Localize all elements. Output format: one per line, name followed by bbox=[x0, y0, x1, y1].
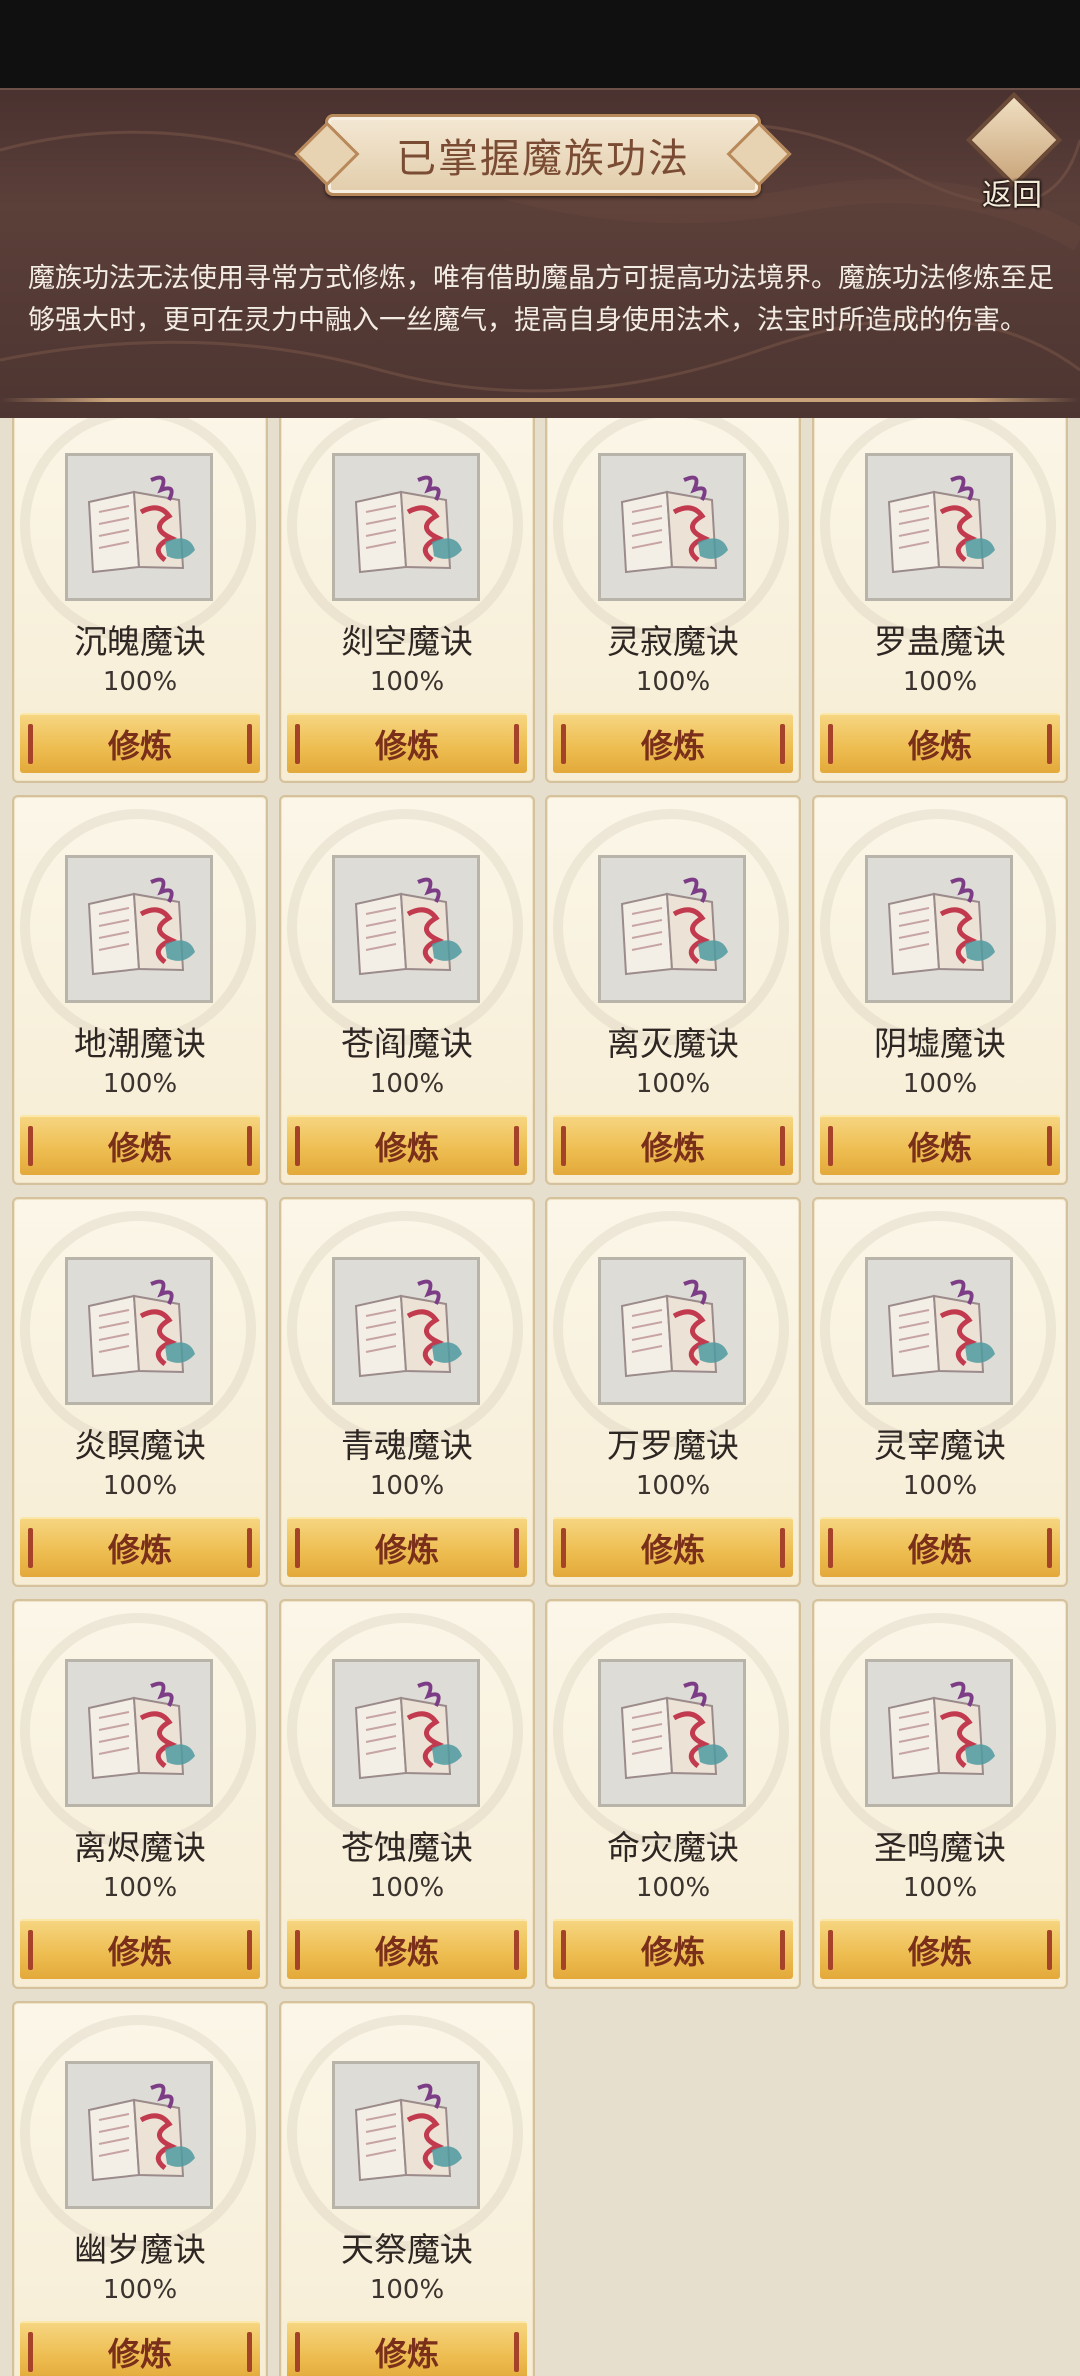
back-button[interactable]: 返回 bbox=[962, 91, 1063, 213]
skill-name: 圣鸣魔诀 bbox=[874, 1828, 1006, 1867]
skill-progress: 100% bbox=[902, 667, 978, 697]
skill-progress: 100% bbox=[902, 1069, 978, 1099]
demon-scroll-book-icon bbox=[332, 855, 480, 1003]
skill-card[interactable]: 罗蛊魔诀 100% 修炼 bbox=[812, 418, 1068, 783]
skill-card[interactable]: 灵宰魔诀 100% 修炼 bbox=[812, 1197, 1068, 1587]
skill-name: 沉魄魔诀 bbox=[74, 622, 206, 661]
skill-name: 地潮魔诀 bbox=[74, 1024, 206, 1063]
skill-card[interactable]: 命灾魔诀 100% 修炼 bbox=[545, 1599, 801, 1989]
page-header: 已掌握魔族功法 返回 魔族功法无法使用寻常方式修炼，唯有借助魔晶方可提高功法境界… bbox=[0, 88, 1080, 420]
train-button[interactable]: 修炼 bbox=[287, 2321, 527, 2376]
train-button[interactable]: 修炼 bbox=[20, 1517, 260, 1577]
train-button[interactable]: 修炼 bbox=[287, 1115, 527, 1175]
skill-name: 苍阎魔诀 bbox=[341, 1024, 473, 1063]
train-button[interactable]: 修炼 bbox=[820, 713, 1060, 773]
demon-scroll-book-icon bbox=[332, 453, 480, 601]
skill-progress: 100% bbox=[635, 1873, 711, 1903]
demon-scroll-book-icon bbox=[332, 1659, 480, 1807]
skill-card[interactable]: 苍阎魔诀 100% 修炼 bbox=[279, 795, 535, 1185]
train-button[interactable]: 修炼 bbox=[820, 1115, 1060, 1175]
skill-progress: 100% bbox=[369, 1069, 445, 1099]
skill-progress: 100% bbox=[369, 667, 445, 697]
skill-progress: 100% bbox=[102, 2275, 178, 2305]
title-banner: 已掌握魔族功法 bbox=[325, 114, 761, 196]
skill-progress: 100% bbox=[635, 1471, 711, 1501]
skill-name: 灵宰魔诀 bbox=[874, 1426, 1006, 1465]
train-button[interactable]: 修炼 bbox=[20, 1115, 260, 1175]
skill-progress: 100% bbox=[102, 1069, 178, 1099]
skill-progress: 100% bbox=[102, 1471, 178, 1501]
demon-scroll-book-icon bbox=[65, 1257, 213, 1405]
skill-card[interactable]: 万罗魔诀 100% 修炼 bbox=[545, 1197, 801, 1587]
train-button[interactable]: 修炼 bbox=[287, 1919, 527, 1979]
skill-card[interactable]: 沉魄魔诀 100% 修炼 bbox=[12, 418, 268, 783]
skill-progress: 100% bbox=[369, 1873, 445, 1903]
skill-card[interactable]: 青魂魔诀 100% 修炼 bbox=[279, 1197, 535, 1587]
skill-progress: 100% bbox=[635, 1069, 711, 1099]
demon-scroll-book-icon bbox=[332, 1257, 480, 1405]
train-button[interactable]: 修炼 bbox=[287, 713, 527, 773]
skill-progress: 100% bbox=[102, 1873, 178, 1903]
status-bar bbox=[0, 0, 1080, 88]
skill-progress: 100% bbox=[902, 1873, 978, 1903]
train-button[interactable]: 修炼 bbox=[820, 1517, 1060, 1577]
skill-card[interactable]: 天祭魔诀 100% 修炼 bbox=[279, 2001, 535, 2376]
demon-scroll-book-icon bbox=[598, 453, 746, 601]
skill-name: 剡空魔诀 bbox=[341, 622, 473, 661]
train-button[interactable]: 修炼 bbox=[553, 713, 793, 773]
skill-progress: 100% bbox=[102, 667, 178, 697]
skill-name: 灵寂魔诀 bbox=[607, 622, 739, 661]
train-button[interactable]: 修炼 bbox=[20, 2321, 260, 2376]
demon-scroll-book-icon bbox=[598, 1659, 746, 1807]
demon-scroll-book-icon bbox=[865, 855, 1013, 1003]
skill-card[interactable]: 幽岁魔诀 100% 修炼 bbox=[12, 2001, 268, 2376]
skill-name: 幽岁魔诀 bbox=[74, 2230, 206, 2269]
demon-scroll-book-icon bbox=[65, 2061, 213, 2209]
demon-scroll-book-icon bbox=[865, 1257, 1013, 1405]
skill-name: 离烬魔诀 bbox=[74, 1828, 206, 1867]
skill-name: 万罗魔诀 bbox=[607, 1426, 739, 1465]
skill-card[interactable]: 苍蚀魔诀 100% 修炼 bbox=[279, 1599, 535, 1989]
description-text: 魔族功法无法使用寻常方式修炼，唯有借助魔晶方可提高功法境界。魔族功法修炼至足够强… bbox=[28, 263, 1054, 336]
back-label: 返回 bbox=[982, 178, 1042, 213]
header-divider bbox=[0, 398, 1080, 402]
train-button[interactable]: 修炼 bbox=[20, 1919, 260, 1979]
demon-scroll-book-icon bbox=[865, 1659, 1013, 1807]
demon-scroll-book-icon bbox=[65, 1659, 213, 1807]
skill-name: 罗蛊魔诀 bbox=[874, 622, 1006, 661]
skill-card[interactable]: 炎瞑魔诀 100% 修炼 bbox=[12, 1197, 268, 1587]
demon-scroll-book-icon bbox=[65, 855, 213, 1003]
skill-name: 天祭魔诀 bbox=[341, 2230, 473, 2269]
skill-card[interactable]: 阴墟魔诀 100% 修炼 bbox=[812, 795, 1068, 1185]
skill-progress: 100% bbox=[635, 667, 711, 697]
demon-scroll-book-icon bbox=[598, 855, 746, 1003]
skill-name: 青魂魔诀 bbox=[341, 1426, 473, 1465]
train-button[interactable]: 修炼 bbox=[287, 1517, 527, 1577]
skill-list[interactable]: 沉魄魔诀 100% 修炼 剡空魔诀 100% 修炼 灵寂魔诀 100% 修炼 罗… bbox=[0, 418, 1080, 2376]
skill-name: 命灾魔诀 bbox=[607, 1828, 739, 1867]
train-button[interactable]: 修炼 bbox=[20, 713, 260, 773]
skill-card[interactable]: 离灭魔诀 100% 修炼 bbox=[545, 795, 801, 1185]
skill-progress: 100% bbox=[902, 1471, 978, 1501]
skill-name: 阴墟魔诀 bbox=[874, 1024, 1006, 1063]
skill-card[interactable]: 离烬魔诀 100% 修炼 bbox=[12, 1599, 268, 1989]
skill-card[interactable]: 地潮魔诀 100% 修炼 bbox=[12, 795, 268, 1185]
skill-card[interactable]: 灵寂魔诀 100% 修炼 bbox=[545, 418, 801, 783]
page-title: 已掌握魔族功法 bbox=[396, 136, 690, 182]
train-button[interactable]: 修炼 bbox=[820, 1919, 1060, 1979]
skill-progress: 100% bbox=[369, 1471, 445, 1501]
demon-scroll-book-icon bbox=[332, 2061, 480, 2209]
skill-name: 苍蚀魔诀 bbox=[341, 1828, 473, 1867]
skill-name: 炎瞑魔诀 bbox=[74, 1426, 206, 1465]
skill-card[interactable]: 剡空魔诀 100% 修炼 bbox=[279, 418, 535, 783]
train-button[interactable]: 修炼 bbox=[553, 1115, 793, 1175]
demon-scroll-book-icon bbox=[865, 453, 1013, 601]
skill-name: 离灭魔诀 bbox=[607, 1024, 739, 1063]
demon-scroll-book-icon bbox=[65, 453, 213, 601]
skill-card[interactable]: 圣鸣魔诀 100% 修炼 bbox=[812, 1599, 1068, 1989]
skill-progress: 100% bbox=[369, 2275, 445, 2305]
train-button[interactable]: 修炼 bbox=[553, 1919, 793, 1979]
train-button[interactable]: 修炼 bbox=[553, 1517, 793, 1577]
demon-scroll-book-icon bbox=[598, 1257, 746, 1405]
